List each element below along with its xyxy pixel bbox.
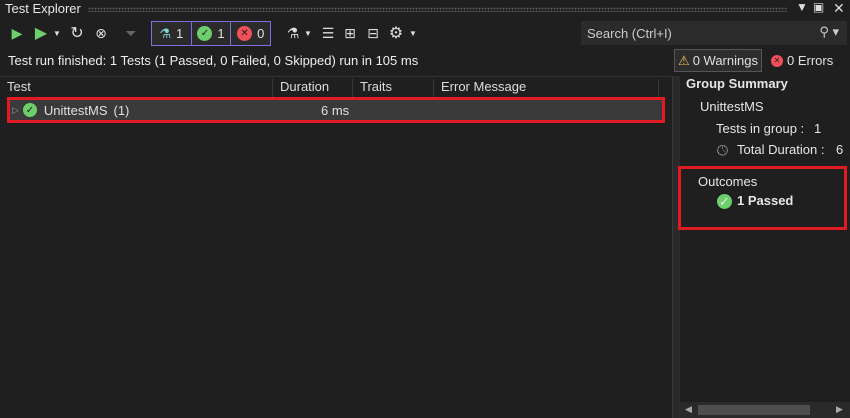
scroll-left-icon[interactable]: ◀ (685, 404, 692, 415)
expand-arrow-icon[interactable]: ▷ (12, 105, 19, 116)
failed-icon: ✕ (237, 26, 253, 41)
test-duration: 6 ms (321, 102, 350, 118)
outcomes-section: Outcomes ✓ 1 Passed (678, 166, 847, 230)
search-input[interactable]: Search (Ctrl+I) ⚲ ▾ (581, 21, 847, 45)
column-duration[interactable]: Duration (273, 79, 353, 97)
run-all-icon[interactable]: ▶ (7, 22, 27, 44)
clock-icon: 🕓︎ (717, 142, 729, 158)
passed-icon: ✓ (717, 194, 732, 209)
expand-all-icon[interactable]: ⊞ (340, 22, 360, 44)
total-duration-label: Total Duration : (737, 142, 825, 157)
pane-splitter[interactable] (672, 76, 680, 418)
error-icon: ✕ (771, 54, 783, 67)
drag-grip[interactable] (88, 7, 788, 12)
scrollbar-thumb[interactable] (698, 405, 810, 415)
group-summary-pane: Group Summary UnittestMS Tests in group … (680, 76, 850, 418)
playlist-icon[interactable]: ⚗ (283, 22, 303, 44)
group-by-icon[interactable]: ☰ (318, 22, 338, 44)
total-tests-filter[interactable]: ⚗ 1 (152, 22, 192, 45)
column-test[interactable]: Test (0, 79, 273, 97)
warning-icon: ⚠ (678, 52, 690, 68)
total-duration-value: 6 (836, 142, 844, 157)
group-name: UnittestMS (700, 99, 764, 114)
flask-icon: ⚗ (159, 25, 172, 41)
passed-outcome[interactable]: 1 Passed (737, 193, 793, 208)
outcomes-label: Outcomes (698, 174, 758, 189)
settings-gear-icon[interactable]: ⚙ (386, 22, 406, 44)
scroll-right-icon[interactable]: ▶ (836, 404, 843, 415)
collapse-all-icon[interactable]: ⊟ (363, 22, 383, 44)
column-traits[interactable]: Traits (353, 79, 434, 97)
table-row[interactable]: ▷ ✓ UnittestMS (1) 6 ms (7, 97, 665, 123)
search-icon[interactable]: ⚲ ▾ (819, 24, 839, 40)
failed-tests-filter[interactable]: ✕ 0 (231, 22, 271, 45)
table-header: Test Duration Traits Error Message (0, 76, 672, 97)
errors-button[interactable]: ✕ 0 Errors (771, 53, 833, 68)
passed-icon: ✓ (22, 103, 37, 117)
test-count-filters: ⚗ 1 ✓ 1 ✕ 0 (151, 21, 271, 46)
summary-title: Group Summary (686, 76, 788, 91)
title-bar: Test Explorer ▼ ▣ ✕ (0, 0, 850, 18)
column-error-message[interactable]: Error Message (434, 79, 659, 97)
test-group-count: (1) (113, 102, 130, 118)
passed-icon: ✓ (197, 26, 213, 41)
repeat-last-run-icon[interactable]: ↻ (67, 22, 87, 44)
run-status-text: Test run finished: 1 Tests (1 Passed, 0 … (8, 53, 419, 68)
horizontal-scrollbar[interactable]: ◀ ▶ (680, 402, 850, 418)
warnings-button[interactable]: ⚠ 0 Warnings (674, 49, 762, 72)
window-title: Test Explorer (5, 1, 81, 16)
maximize-icon[interactable]: ▣ (813, 0, 824, 14)
playlist-dropdown-icon[interactable]: ▼ (303, 22, 313, 44)
test-group-name: UnittestMS (43, 102, 108, 118)
passed-tests-filter[interactable]: ✓ 1 (191, 22, 232, 45)
close-icon[interactable]: ✕ (833, 0, 845, 17)
run-dropdown-icon[interactable]: ▼ (52, 22, 62, 44)
cancel-run-icon[interactable]: ⊗ (91, 22, 111, 44)
tests-in-group-label: Tests in group : (716, 121, 805, 136)
tests-in-group-value: 1 (814, 121, 822, 136)
run-icon[interactable]: ▶ (32, 22, 50, 44)
window-menu-dropdown-icon[interactable]: ▼ (796, 0, 808, 14)
filter-icon[interactable]: ⏷ (121, 22, 141, 44)
settings-dropdown-icon[interactable]: ▼ (408, 22, 418, 44)
